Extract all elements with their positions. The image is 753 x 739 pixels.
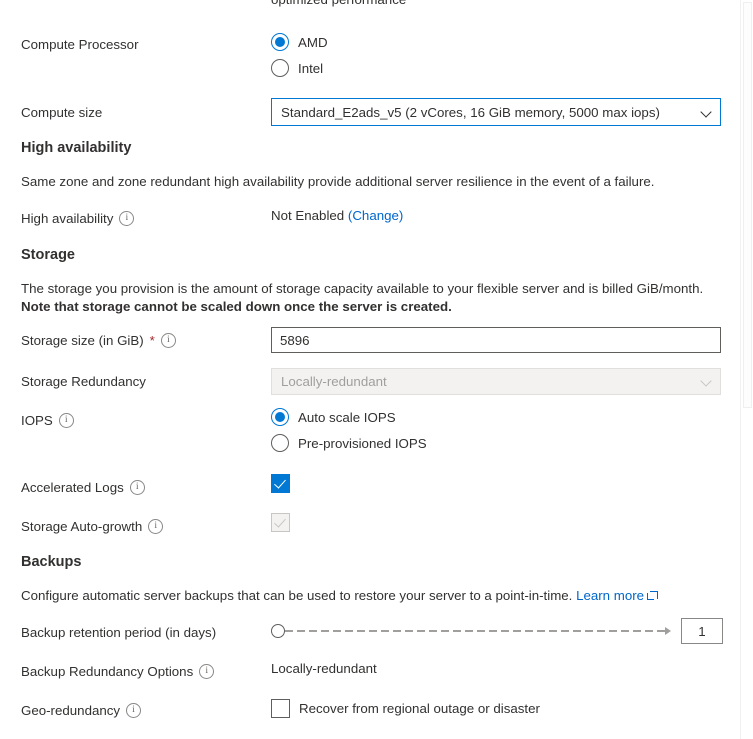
backup-retention-label: Backup retention period (in days) xyxy=(21,625,216,640)
compute-processor-radio-group[interactable]: AMD Intel xyxy=(271,29,328,81)
accelerated-logs-label: Accelerated Logs xyxy=(21,480,145,495)
high-availability-description: Same zone and zone redundant high availa… xyxy=(21,174,655,189)
clipped-helper-text: optimized performance xyxy=(271,0,406,7)
radio-option-amd[interactable]: AMD xyxy=(271,29,328,55)
storage-section-title: Storage xyxy=(21,247,75,263)
storage-auto-growth-label: Storage Auto-growth xyxy=(21,519,164,534)
iops-label-text: IOPS xyxy=(21,413,53,428)
compute-size-dropdown[interactable]: Standard_E2ads_v5 (2 vCores, 16 GiB memo… xyxy=(271,98,721,126)
radio-selected-icon xyxy=(271,408,289,426)
radio-option-pre-provisioned-iops-label: Pre-provisioned IOPS xyxy=(298,435,427,451)
high-availability-row-label-text: High availability xyxy=(21,211,114,226)
radio-option-auto-scale-iops[interactable]: Auto scale IOPS xyxy=(271,404,427,430)
iops-radio-group[interactable]: Auto scale IOPS Pre-provisioned IOPS xyxy=(271,404,427,456)
storage-redundancy-dropdown-control: Locally-redundant xyxy=(271,368,721,395)
backups-learn-more-link[interactable]: Learn more xyxy=(576,588,644,603)
storage-size-label: Storage size (in GiB) * xyxy=(21,333,176,348)
high-availability-status-text: Not Enabled xyxy=(271,208,345,223)
high-availability-change-link[interactable]: (Change) xyxy=(348,208,403,223)
storage-redundancy-value: Locally-redundant xyxy=(281,374,387,389)
radio-option-auto-scale-iops-label: Auto scale IOPS xyxy=(298,409,396,425)
compute-size-value: Standard_E2ads_v5 (2 vCores, 16 GiB memo… xyxy=(281,104,660,120)
geo-redundancy-label-text: Geo-redundancy xyxy=(21,703,121,718)
accelerated-logs-label-text: Accelerated Logs xyxy=(21,480,124,495)
high-availability-section-title: High availability xyxy=(21,140,132,156)
backups-section-title: Backups xyxy=(21,554,82,570)
radio-unselected-icon xyxy=(271,434,289,452)
info-icon[interactable] xyxy=(160,333,176,348)
compute-processor-label: Compute Processor xyxy=(21,37,139,52)
radio-selected-icon xyxy=(271,33,289,51)
storage-auto-growth-checkbox-row xyxy=(271,513,290,532)
compute-size-label-text: Compute size xyxy=(21,105,103,120)
slider-arrow-icon xyxy=(665,627,671,635)
radio-option-amd-label: AMD xyxy=(298,34,328,50)
compute-size-dropdown-control[interactable]: Standard_E2ads_v5 (2 vCores, 16 GiB memo… xyxy=(271,98,721,126)
high-availability-row-label: High availability xyxy=(21,211,135,226)
radio-unselected-icon xyxy=(271,59,289,77)
storage-auto-growth-checkbox xyxy=(271,513,290,532)
info-icon[interactable] xyxy=(58,413,74,428)
backup-redundancy-options-value: Locally-redundant xyxy=(271,661,377,676)
info-icon[interactable] xyxy=(119,211,135,226)
geo-redundancy-checkbox[interactable] xyxy=(271,699,290,718)
vertical-scrollbar[interactable] xyxy=(740,0,753,739)
storage-redundancy-label: Storage Redundancy xyxy=(21,374,146,389)
storage-redundancy-label-text: Storage Redundancy xyxy=(21,374,146,389)
high-availability-status: Not Enabled (Change) xyxy=(271,208,403,223)
scrollbar-thumb[interactable] xyxy=(743,2,752,408)
compute-size-label: Compute size xyxy=(21,105,102,120)
backup-redundancy-options-label-text: Backup Redundancy Options xyxy=(21,664,194,679)
geo-redundancy-checkbox-label: Recover from regional outage or disaster xyxy=(299,701,540,716)
storage-redundancy-dropdown: Locally-redundant xyxy=(271,368,721,395)
info-icon[interactable] xyxy=(129,480,145,495)
backups-description: Configure automatic server backups that … xyxy=(21,587,659,605)
backup-retention-label-text: Backup retention period (in days) xyxy=(21,625,217,640)
compute-processor-label-text: Compute Processor xyxy=(21,37,139,52)
storage-description: The storage you provision is the amount … xyxy=(21,280,711,316)
backup-retention-value-input[interactable] xyxy=(681,618,723,644)
chevron-down-icon xyxy=(701,107,712,118)
backup-redundancy-options-label: Backup Redundancy Options xyxy=(21,664,215,679)
backups-learn-more-text: Learn more xyxy=(576,588,645,603)
backups-description-text: Configure automatic server backups that … xyxy=(21,588,573,603)
iops-label: IOPS xyxy=(21,413,74,428)
accelerated-logs-checkbox-row[interactable] xyxy=(271,474,290,493)
storage-size-label-text: Storage size (in GiB) xyxy=(21,333,144,348)
slider-track xyxy=(285,630,667,632)
radio-option-intel-label: Intel xyxy=(298,60,324,76)
storage-auto-growth-label-text: Storage Auto-growth xyxy=(21,519,143,534)
required-indicator: * xyxy=(149,332,155,348)
storage-size-field[interactable] xyxy=(271,327,721,353)
radio-option-intel[interactable]: Intel xyxy=(271,55,328,81)
storage-description-line2: Note that storage cannot be scaled down … xyxy=(21,299,452,314)
geo-redundancy-label: Geo-redundancy xyxy=(21,703,142,718)
storage-description-line1: The storage you provision is the amount … xyxy=(21,281,704,296)
geo-redundancy-checkbox-row[interactable]: Recover from regional outage or disaster xyxy=(271,699,540,718)
create-flexible-server-form: optimized performance Compute Processor … xyxy=(0,0,753,739)
accelerated-logs-checkbox[interactable] xyxy=(271,474,290,493)
chevron-down-icon xyxy=(701,376,712,387)
external-link-icon xyxy=(647,591,659,601)
backup-retention-slider-row[interactable] xyxy=(271,618,723,644)
info-icon[interactable] xyxy=(199,664,215,679)
slider-thumb[interactable] xyxy=(271,624,285,638)
backup-retention-slider[interactable] xyxy=(271,619,671,643)
info-icon[interactable] xyxy=(126,703,142,718)
radio-option-pre-provisioned-iops[interactable]: Pre-provisioned IOPS xyxy=(271,430,427,456)
info-icon[interactable] xyxy=(148,519,164,534)
storage-size-input[interactable] xyxy=(271,327,721,353)
